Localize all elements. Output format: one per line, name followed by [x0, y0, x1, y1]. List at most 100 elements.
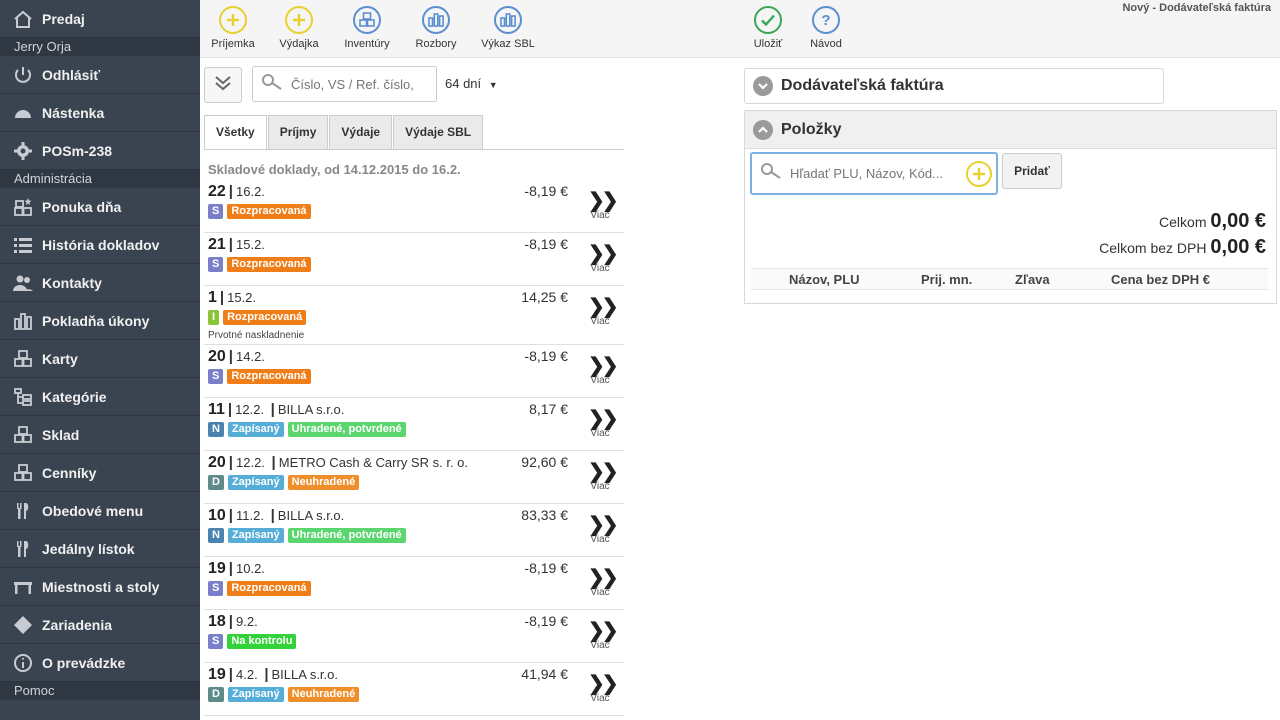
more-button[interactable]: ❯❯ Viac — [588, 244, 619, 274]
sidebar-item-kontakty[interactable]: Kontakty — [0, 264, 200, 302]
document-amount: -8,19 € — [524, 236, 568, 252]
document-row[interactable]: 22 | 16.2. -8,19 € S Rozpracovaná ❯❯ Viac — [204, 180, 624, 233]
sidebar-item-label: Miestnosti a stoly — [42, 578, 160, 595]
sidebar-item-ponuka-d-a[interactable]: Ponuka dňa — [0, 188, 200, 226]
caret-down-icon: ▼ — [488, 80, 498, 90]
divider — [204, 149, 624, 150]
invoice-section-title: Dodávateľská faktúra — [781, 77, 944, 94]
double-chevron-right-icon: ❯❯ — [588, 620, 619, 642]
rozbory-button[interactable]: Rozbory — [404, 6, 468, 50]
status-badge: Neuhradené — [287, 687, 360, 702]
separator: | — [228, 666, 233, 683]
document-row[interactable]: 19 | 10.2. -8,19 € S Rozpracovaná ❯❯ Viac — [204, 557, 624, 610]
document-row[interactable]: 10 | 11.2. | BILLA s.r.o. 83,33 € N Zapísaný Uh… — [204, 504, 624, 557]
type-badge: D — [208, 687, 224, 702]
document-search-input[interactable] — [291, 76, 421, 92]
type-badge: S — [208, 634, 224, 649]
separator: | — [228, 348, 233, 365]
double-chevron-right-icon: ❯❯ — [588, 296, 619, 318]
document-number: 1 — [208, 289, 217, 306]
sidebar-item-predaj[interactable]: Predaj — [0, 0, 200, 38]
sidebar-item-kateg-rie[interactable]: Kategórie — [0, 378, 200, 416]
sidebar-item-odhl-si-[interactable]: Odhlásiť — [0, 56, 200, 94]
blocks-icon — [353, 6, 381, 34]
document-row[interactable]: 1 | 15.2. 14,25 € I Rozpracovaná Prvotné naskl… — [204, 286, 624, 345]
sidebar-item-hist-ria-dokladov[interactable]: História dokladov — [0, 226, 200, 264]
separator: | — [271, 454, 276, 471]
document-number: 19 — [208, 560, 226, 577]
document-row[interactable]: 11 | 12.2. | BILLA s.r.o. 8,17 € N Zapísaný Uhr… — [204, 398, 624, 451]
inventury-label: Inventúry — [344, 38, 390, 50]
more-button[interactable]: ❯❯ Viac — [588, 674, 619, 704]
sidebar-item-sklad[interactable]: Sklad — [0, 416, 200, 454]
invoice-section-header[interactable]: Dodávateľská faktúra — [744, 68, 1164, 104]
more-button[interactable]: ❯❯ Viac — [588, 620, 619, 651]
sidebar-item-n-stenka[interactable]: Nástenka — [0, 94, 200, 132]
document-row[interactable]: 18 | 9.2. -8,19 € S Na kontrolu ❯❯ Viac — [204, 610, 624, 663]
more-button[interactable]: ❯❯ Viac — [588, 461, 619, 492]
sidebar-section-label: Administrácia — [0, 170, 200, 188]
tab-issues[interactable]: Výdaje — [329, 115, 393, 150]
more-button[interactable]: ❯❯ Viac — [588, 409, 619, 439]
more-label: Viac — [590, 693, 610, 704]
more-label: Viac — [590, 640, 610, 651]
save-button[interactable]: Uložiť — [736, 6, 800, 50]
item-search-input[interactable] — [790, 166, 955, 181]
inventury-button[interactable]: Inventúry — [335, 6, 399, 50]
document-number: 19 — [208, 666, 226, 683]
sidebar-item-cenn-ky[interactable]: Cenníky — [0, 454, 200, 492]
tab-issues-sbl[interactable]: Výdaje SBL — [393, 115, 484, 150]
sidebar-item-o-prev-dzke[interactable]: O prevádzke — [0, 644, 200, 682]
more-label: Viac — [590, 263, 610, 274]
tab-all[interactable]: Všetky — [204, 115, 267, 150]
document-row[interactable]: 19 | 4.2. | BILLA s.r.o. 41,94 € D Zapísaný Neu… — [204, 663, 624, 716]
more-button[interactable]: ❯❯ Viac — [588, 191, 619, 221]
vykaz-sbl-button[interactable]: Výkaz SBL — [476, 6, 540, 50]
document-title: 10 | 11.2. | BILLA s.r.o. — [208, 507, 344, 525]
add-button[interactable]: Pridať — [1002, 153, 1062, 189]
sidebar-item-karty[interactable]: Karty — [0, 340, 200, 378]
total-value: 0,00 € — [1210, 210, 1266, 232]
status-badges: D Zapísaný Neuhradené — [208, 687, 363, 702]
items-section-header[interactable]: Položky — [745, 111, 1276, 149]
help-button[interactable]: ? Návod — [794, 6, 858, 50]
more-button[interactable]: ❯❯ Viac — [588, 296, 619, 327]
status-badges: S Rozpracovaná — [208, 369, 315, 384]
sidebar-item-jed-lny-l-stok[interactable]: Jedálny lístok — [0, 530, 200, 568]
document-search[interactable] — [252, 66, 437, 102]
sidebar-item-zariadenia[interactable]: Zariadenia — [0, 606, 200, 644]
vydajka-button[interactable]: Výdajka — [267, 6, 331, 50]
plus-icon[interactable] — [966, 161, 992, 187]
more-button[interactable]: ❯❯ Viac — [588, 568, 619, 598]
more-label: Viac — [590, 316, 610, 327]
collapse-button[interactable] — [204, 67, 242, 103]
document-partner: METRO Cash & Carry SR s. r. o. — [278, 455, 469, 470]
total-row: Celkom 0,00 € — [1159, 210, 1266, 233]
item-search[interactable] — [750, 152, 998, 195]
document-tabs: Všetky Príjmy Výdaje Výdaje SBL — [204, 115, 484, 150]
sidebar-item-label: Obedové menu — [42, 502, 144, 519]
column-header: Názov, PLU — [789, 272, 860, 287]
days-filter[interactable]: 64 dní ▼ — [445, 76, 498, 91]
status-badge: Zapísaný — [227, 528, 284, 543]
sidebar-section-label: Jerry Orja — [0, 38, 200, 56]
sidebar-item-posm-238[interactable]: POSm-238 — [0, 132, 200, 170]
document-row[interactable]: 20 | 12.2. | METRO Cash & Carry SR s. r. o.… — [204, 451, 624, 504]
bars-icon — [12, 310, 34, 332]
sidebar-item-label: Odhlásiť — [42, 66, 101, 83]
tab-receipts[interactable]: Príjmy — [267, 115, 329, 150]
sidebar-item-miestnosti-a-stoly[interactable]: Miestnosti a stoly — [0, 568, 200, 606]
sidebar-item-label: História dokladov — [42, 236, 160, 253]
document-number: 22 — [208, 183, 226, 200]
more-button[interactable]: ❯❯ Viac — [588, 356, 619, 386]
double-chevron-right-icon: ❯❯ — [588, 461, 619, 483]
sidebar-item-poklad-a-kony[interactable]: Pokladňa úkony — [0, 302, 200, 340]
more-button[interactable]: ❯❯ Viac — [588, 515, 619, 545]
info-icon — [12, 652, 34, 674]
type-badge: S — [208, 204, 224, 219]
sidebar-item-obedov-menu[interactable]: Obedové menu — [0, 492, 200, 530]
document-row[interactable]: 20 | 14.2. -8,19 € S Rozpracovaná ❯❯ Viac — [204, 345, 624, 398]
document-row[interactable]: 21 | 15.2. -8,19 € S Rozpracovaná ❯❯ Viac — [204, 233, 624, 286]
more-label: Viac — [590, 428, 610, 439]
prijemka-button[interactable]: Príjemka — [201, 6, 265, 50]
